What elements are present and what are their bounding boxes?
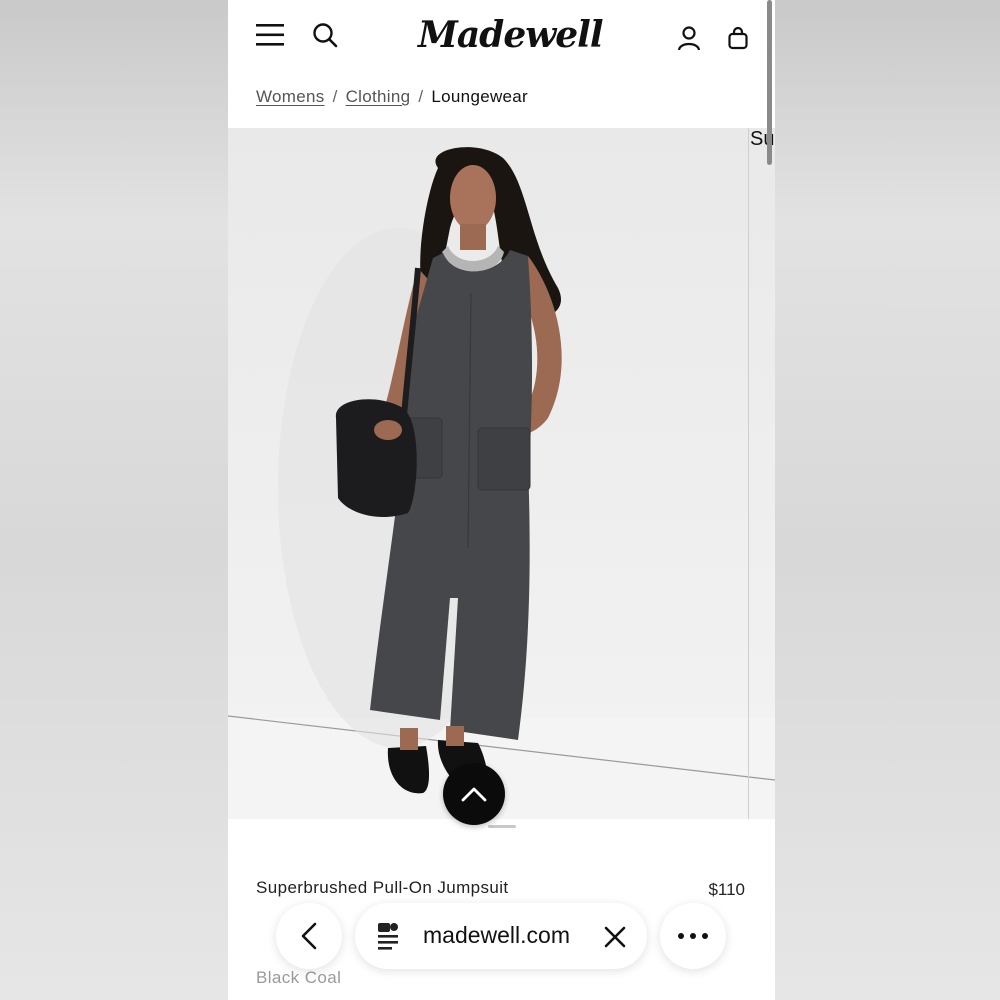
breadcrumb-womens-link[interactable]: Womens (256, 87, 325, 107)
breadcrumb-separator: / (418, 87, 424, 106)
search-icon[interactable] (310, 20, 340, 50)
product-price: $110 (708, 880, 745, 899)
browser-more-button[interactable] (660, 903, 726, 969)
browser-back-button[interactable] (276, 903, 342, 969)
madewell-logo[interactable]: Madewell (418, 10, 604, 60)
breadcrumb: Womens / Clothing / Loungewear (256, 84, 528, 110)
breadcrumb-current: Loungewear (431, 87, 528, 106)
close-icon[interactable] (603, 925, 627, 949)
sheet-drag-handle[interactable] (488, 825, 516, 828)
right-backdrop (775, 0, 1000, 1000)
product-color: Black Coal (256, 968, 342, 987)
more-icon (678, 933, 708, 939)
account-icon[interactable] (675, 24, 703, 52)
left-backdrop (0, 0, 228, 1000)
next-slide-edge (748, 128, 749, 819)
browser-url-text[interactable]: madewell.com (423, 922, 570, 949)
browser-url-bar[interactable]: madewell.com (355, 903, 647, 969)
product-image-carousel[interactable] (228, 128, 775, 819)
reader-icon[interactable] (375, 921, 401, 951)
back-to-top-button[interactable] (443, 763, 505, 825)
breadcrumb-separator: / (332, 87, 338, 106)
back-arrow-icon (301, 922, 317, 950)
menu-icon[interactable] (254, 20, 286, 50)
chevron-up-icon (461, 787, 487, 802)
mobile-viewport: Madewell Womens / Clothing / Loungewear (228, 0, 775, 1000)
shopping-bag-icon[interactable] (725, 24, 751, 52)
site-header: Madewell (228, 0, 775, 72)
breadcrumb-clothing-link[interactable]: Clothing (346, 87, 411, 107)
product-photo (228, 147, 775, 797)
scrollbar[interactable] (767, 0, 772, 165)
product-name: Superbrushed Pull-On Jumpsuit (256, 878, 509, 897)
